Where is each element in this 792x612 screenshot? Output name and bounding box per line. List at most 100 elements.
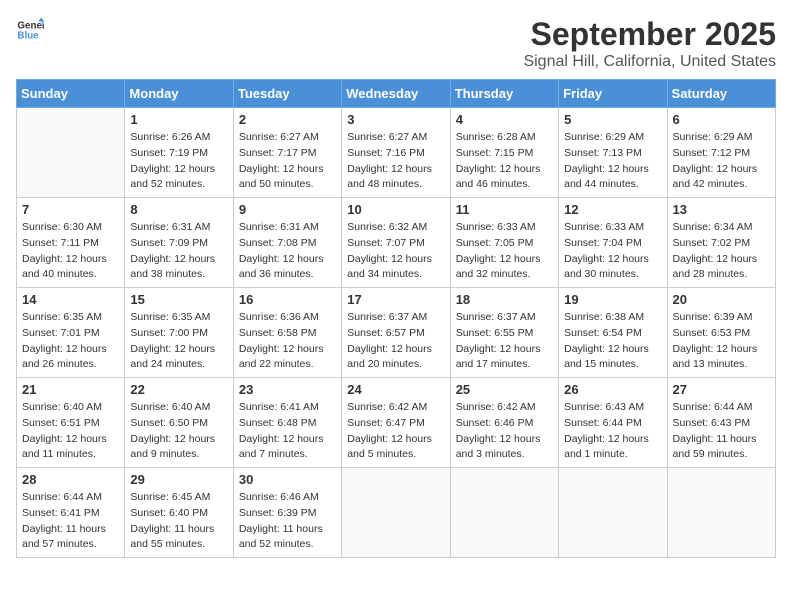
calendar-day-cell: 24 Sunrise: 6:42 AM Sunset: 6:47 PM Dayli… [342,378,450,468]
calendar-day-cell: 4 Sunrise: 6:28 AM Sunset: 7:15 PM Daylig… [450,108,558,198]
day-info: Sunrise: 6:37 AM Sunset: 6:55 PM Dayligh… [456,310,553,373]
day-info: Sunrise: 6:31 AM Sunset: 7:08 PM Dayligh… [239,220,336,283]
day-info: Sunrise: 6:33 AM Sunset: 7:05 PM Dayligh… [456,220,553,283]
day-info: Sunrise: 6:36 AM Sunset: 6:58 PM Dayligh… [239,310,336,373]
day-number: 7 [22,202,119,217]
day-number: 18 [456,292,553,307]
calendar-body: 1Sunrise: 6:26 AM Sunset: 7:19 PM Daylig… [17,108,776,558]
calendar-day-cell: 12Sunrise: 6:33 AM Sunset: 7:04 PM Dayli… [559,198,667,288]
calendar-day-cell: 11 Sunrise: 6:33 AM Sunset: 7:05 PM Dayli… [450,198,558,288]
svg-text:Blue: Blue [17,30,39,41]
calendar-day-cell: 10 Sunrise: 6:32 AM Sunset: 7:07 PM Dayli… [342,198,450,288]
day-of-week-header: Monday [125,80,233,108]
logo-icon: General Blue [16,16,44,44]
calendar-day-cell: 23 Sunrise: 6:41 AM Sunset: 6:48 PM Dayli… [233,378,341,468]
day-info: Sunrise: 6:46 AM Sunset: 6:39 PM Dayligh… [239,490,336,553]
day-of-week-header: Tuesday [233,80,341,108]
day-number: 19 [564,292,661,307]
day-info: Sunrise: 6:35 AM Sunset: 7:01 PM Dayligh… [22,310,119,373]
day-info: Sunrise: 6:27 AM Sunset: 7:16 PM Dayligh… [347,130,444,193]
day-number: 24 [347,382,444,397]
day-number: 16 [239,292,336,307]
day-number: 5 [564,112,661,127]
day-number: 13 [673,202,770,217]
logo: General Blue [16,16,44,44]
day-number: 4 [456,112,553,127]
day-number: 15 [130,292,227,307]
calendar-day-cell: 7Sunrise: 6:30 AM Sunset: 7:11 PM Daylig… [17,198,125,288]
day-number: 3 [347,112,444,127]
day-number: 2 [239,112,336,127]
calendar-day-cell [17,108,125,198]
calendar-day-cell [667,468,775,558]
calendar-day-cell: 14 Sunrise: 6:35 AM Sunset: 7:01 PM Dayli… [17,288,125,378]
calendar-day-cell: 25 Sunrise: 6:42 AM Sunset: 6:46 PM Dayli… [450,378,558,468]
day-number: 26 [564,382,661,397]
day-info: Sunrise: 6:35 AM Sunset: 7:00 PM Dayligh… [130,310,227,373]
day-of-week-header: Saturday [667,80,775,108]
day-number: 28 [22,472,119,487]
calendar-day-cell: 19 Sunrise: 6:38 AM Sunset: 6:54 PM Dayli… [559,288,667,378]
day-info: Sunrise: 6:31 AM Sunset: 7:09 PM Dayligh… [130,220,227,283]
calendar-day-cell: 21 Sunrise: 6:40 AM Sunset: 6:51 PM Dayli… [17,378,125,468]
day-of-week-header: Thursday [450,80,558,108]
day-number: 11 [456,202,553,217]
calendar-day-cell [559,468,667,558]
day-info: Sunrise: 6:42 AM Sunset: 6:47 PM Dayligh… [347,400,444,463]
calendar-day-cell: 27Sunrise: 6:44 AM Sunset: 6:43 PM Dayli… [667,378,775,468]
calendar-day-cell: 22Sunrise: 6:40 AM Sunset: 6:50 PM Dayli… [125,378,233,468]
day-info: Sunrise: 6:41 AM Sunset: 6:48 PM Dayligh… [239,400,336,463]
calendar-week-row: 14 Sunrise: 6:35 AM Sunset: 7:01 PM Dayli… [17,288,776,378]
day-of-week-header: Wednesday [342,80,450,108]
day-info: Sunrise: 6:26 AM Sunset: 7:19 PM Dayligh… [130,130,227,193]
calendar-day-cell: 15 Sunrise: 6:35 AM Sunset: 7:00 PM Dayli… [125,288,233,378]
day-info: Sunrise: 6:45 AM Sunset: 6:40 PM Dayligh… [130,490,227,553]
day-number: 14 [22,292,119,307]
calendar-week-row: 21 Sunrise: 6:40 AM Sunset: 6:51 PM Dayli… [17,378,776,468]
page-header: General Blue September 2025 Signal Hill,… [16,16,776,71]
calendar-header-row: SundayMondayTuesdayWednesdayThursdayFrid… [17,80,776,108]
day-number: 6 [673,112,770,127]
day-number: 30 [239,472,336,487]
day-info: Sunrise: 6:34 AM Sunset: 7:02 PM Dayligh… [673,220,770,283]
calendar-day-cell: 26 Sunrise: 6:43 AM Sunset: 6:44 PM Dayli… [559,378,667,468]
day-info: Sunrise: 6:42 AM Sunset: 6:46 PM Dayligh… [456,400,553,463]
day-number: 10 [347,202,444,217]
calendar-day-cell: 5 Sunrise: 6:29 AM Sunset: 7:13 PM Daylig… [559,108,667,198]
calendar-day-cell [450,468,558,558]
day-info: Sunrise: 6:28 AM Sunset: 7:15 PM Dayligh… [456,130,553,193]
calendar-day-cell: 16 Sunrise: 6:36 AM Sunset: 6:58 PM Dayli… [233,288,341,378]
day-number: 21 [22,382,119,397]
day-info: Sunrise: 6:29 AM Sunset: 7:13 PM Dayligh… [564,130,661,193]
calendar-day-cell: 13 Sunrise: 6:34 AM Sunset: 7:02 PM Dayli… [667,198,775,288]
calendar-day-cell: 2 Sunrise: 6:27 AM Sunset: 7:17 PM Daylig… [233,108,341,198]
day-info: Sunrise: 6:44 AM Sunset: 6:41 PM Dayligh… [22,490,119,553]
calendar-day-cell: 8 Sunrise: 6:31 AM Sunset: 7:09 PM Daylig… [125,198,233,288]
title-area: September 2025 Signal Hill, California, … [523,16,776,71]
calendar-week-row: 28 Sunrise: 6:44 AM Sunset: 6:41 PM Dayli… [17,468,776,558]
calendar-day-cell: 29Sunrise: 6:45 AM Sunset: 6:40 PM Dayli… [125,468,233,558]
day-number: 23 [239,382,336,397]
day-number: 9 [239,202,336,217]
day-info: Sunrise: 6:29 AM Sunset: 7:12 PM Dayligh… [673,130,770,193]
day-number: 22 [130,382,227,397]
calendar-day-cell: 9 Sunrise: 6:31 AM Sunset: 7:08 PM Daylig… [233,198,341,288]
day-info: Sunrise: 6:43 AM Sunset: 6:44 PM Dayligh… [564,400,661,463]
day-info: Sunrise: 6:37 AM Sunset: 6:57 PM Dayligh… [347,310,444,373]
day-info: Sunrise: 6:39 AM Sunset: 6:53 PM Dayligh… [673,310,770,373]
day-info: Sunrise: 6:44 AM Sunset: 6:43 PM Dayligh… [673,400,770,463]
calendar-day-cell: 30 Sunrise: 6:46 AM Sunset: 6:39 PM Dayli… [233,468,341,558]
day-number: 8 [130,202,227,217]
day-info: Sunrise: 6:38 AM Sunset: 6:54 PM Dayligh… [564,310,661,373]
day-of-week-header: Sunday [17,80,125,108]
calendar-day-cell: 18 Sunrise: 6:37 AM Sunset: 6:55 PM Dayli… [450,288,558,378]
day-info: Sunrise: 6:32 AM Sunset: 7:07 PM Dayligh… [347,220,444,283]
calendar-day-cell [342,468,450,558]
location-title: Signal Hill, California, United States [523,53,776,71]
calendar-day-cell: 20Sunrise: 6:39 AM Sunset: 6:53 PM Dayli… [667,288,775,378]
day-number: 25 [456,382,553,397]
day-info: Sunrise: 6:27 AM Sunset: 7:17 PM Dayligh… [239,130,336,193]
day-number: 17 [347,292,444,307]
calendar-day-cell: 3 Sunrise: 6:27 AM Sunset: 7:16 PM Daylig… [342,108,450,198]
day-info: Sunrise: 6:40 AM Sunset: 6:51 PM Dayligh… [22,400,119,463]
